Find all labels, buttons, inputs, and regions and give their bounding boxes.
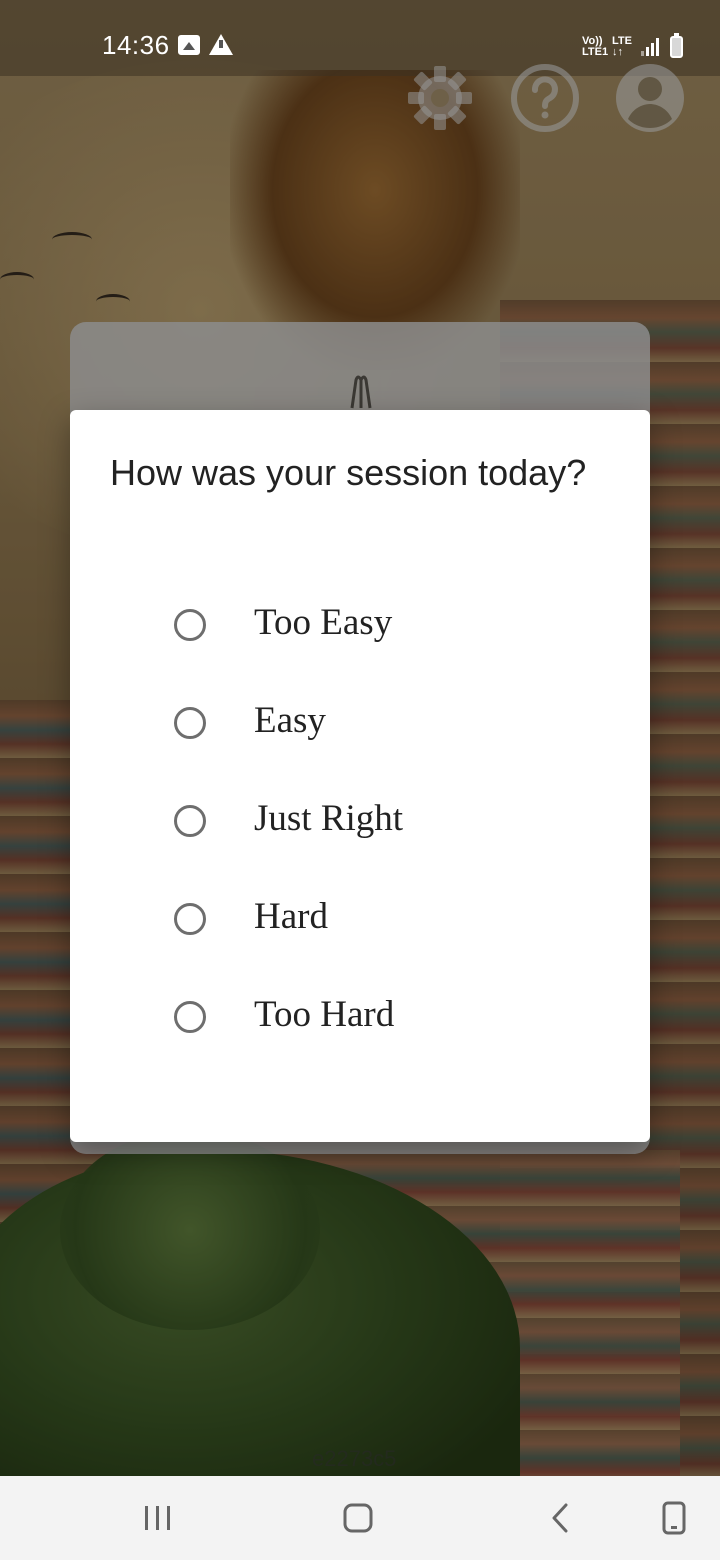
- back-icon[interactable]: [540, 1498, 580, 1538]
- help-icon[interactable]: [509, 62, 581, 134]
- radio-button[interactable]: [174, 1001, 206, 1033]
- session-feedback-dialog: How was your session today? Too Easy Eas…: [70, 410, 650, 1142]
- option-label: Too Easy: [254, 602, 393, 643]
- radio-button[interactable]: [174, 903, 206, 935]
- recent-apps-icon[interactable]: [138, 1498, 178, 1538]
- option-just-right[interactable]: Just Right: [70, 789, 650, 887]
- home-icon[interactable]: [338, 1498, 378, 1538]
- option-label: Just Right: [254, 798, 404, 839]
- image-icon: [178, 35, 200, 55]
- difficulty-options: Too Easy Easy Just Right Hard Too Hard: [70, 593, 650, 1083]
- rotate-icon[interactable]: [654, 1498, 694, 1538]
- lte-arrows: ↓↑: [612, 46, 623, 58]
- volte-bottom: LTE1: [582, 46, 609, 58]
- battery-icon: [670, 33, 683, 58]
- radio-button[interactable]: [174, 609, 206, 641]
- signal-icon: [641, 38, 661, 56]
- hands-icon: [350, 375, 372, 409]
- option-label: Too Hard: [254, 994, 395, 1035]
- status-time: 14:36: [102, 30, 170, 60]
- build-watermark: e2273c5: [312, 1446, 397, 1471]
- option-too-easy[interactable]: Too Easy: [70, 593, 650, 691]
- option-easy[interactable]: Easy: [70, 691, 650, 789]
- gear-icon[interactable]: [404, 62, 476, 134]
- option-too-hard[interactable]: Too Hard: [70, 985, 650, 1083]
- account-icon[interactable]: [614, 62, 686, 134]
- dialog-title: How was your session today?: [110, 452, 587, 493]
- navigation-bar: [0, 1476, 720, 1560]
- option-label: Hard: [254, 896, 328, 937]
- volte-indicator: Vo)) LTE1: [582, 36, 608, 58]
- status-bar: 14:36 Vo)) LTE1 LTE ↓↑: [0, 0, 720, 76]
- option-label: Easy: [254, 700, 326, 741]
- lte-indicator: LTE ↓↑: [612, 36, 632, 58]
- option-hard[interactable]: Hard: [70, 887, 650, 985]
- radio-button[interactable]: [174, 707, 206, 739]
- warning-icon: [209, 34, 233, 55]
- radio-button[interactable]: [174, 805, 206, 837]
